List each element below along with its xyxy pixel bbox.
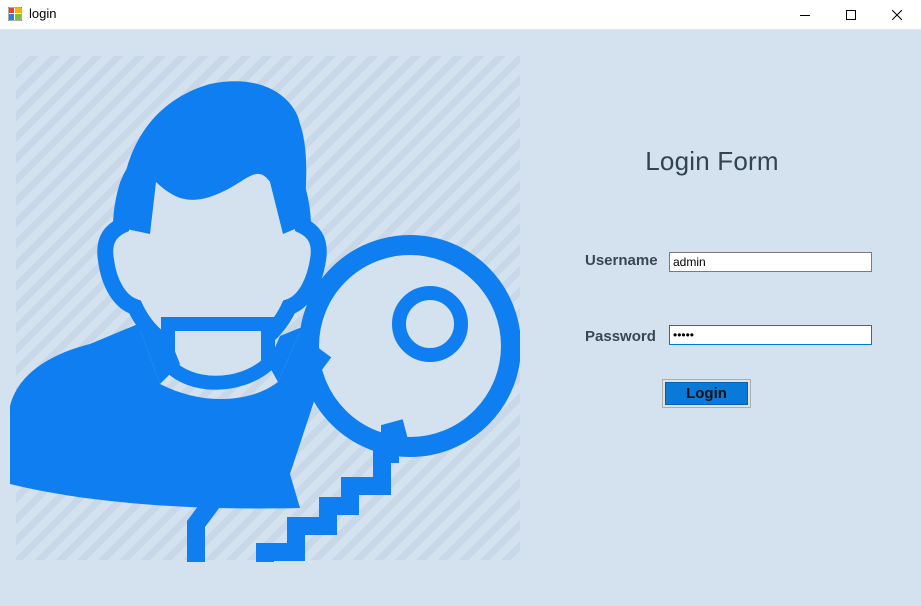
maximize-icon [846,9,856,20]
form-title: Login Form [645,146,779,176]
app-icon [7,6,23,22]
password-label: Password [585,328,656,345]
window-title: login [29,6,57,21]
username-input[interactable] [669,252,872,272]
login-button-label: Login [665,382,748,405]
username-label: Username [585,252,658,269]
login-window: login Login Form Username admin Password… [0,0,921,606]
login-button[interactable]: Login [662,379,751,408]
password-input[interactable] [669,325,872,345]
title-bar[interactable]: login [0,0,921,30]
minimize-button[interactable] [782,0,828,29]
maximize-button[interactable] [828,0,874,29]
close-button[interactable] [874,0,920,29]
close-icon [892,9,902,20]
client-area: Login Form Username Password Login [0,30,921,606]
minimize-icon [800,14,810,16]
user-key-icon [10,56,520,562]
